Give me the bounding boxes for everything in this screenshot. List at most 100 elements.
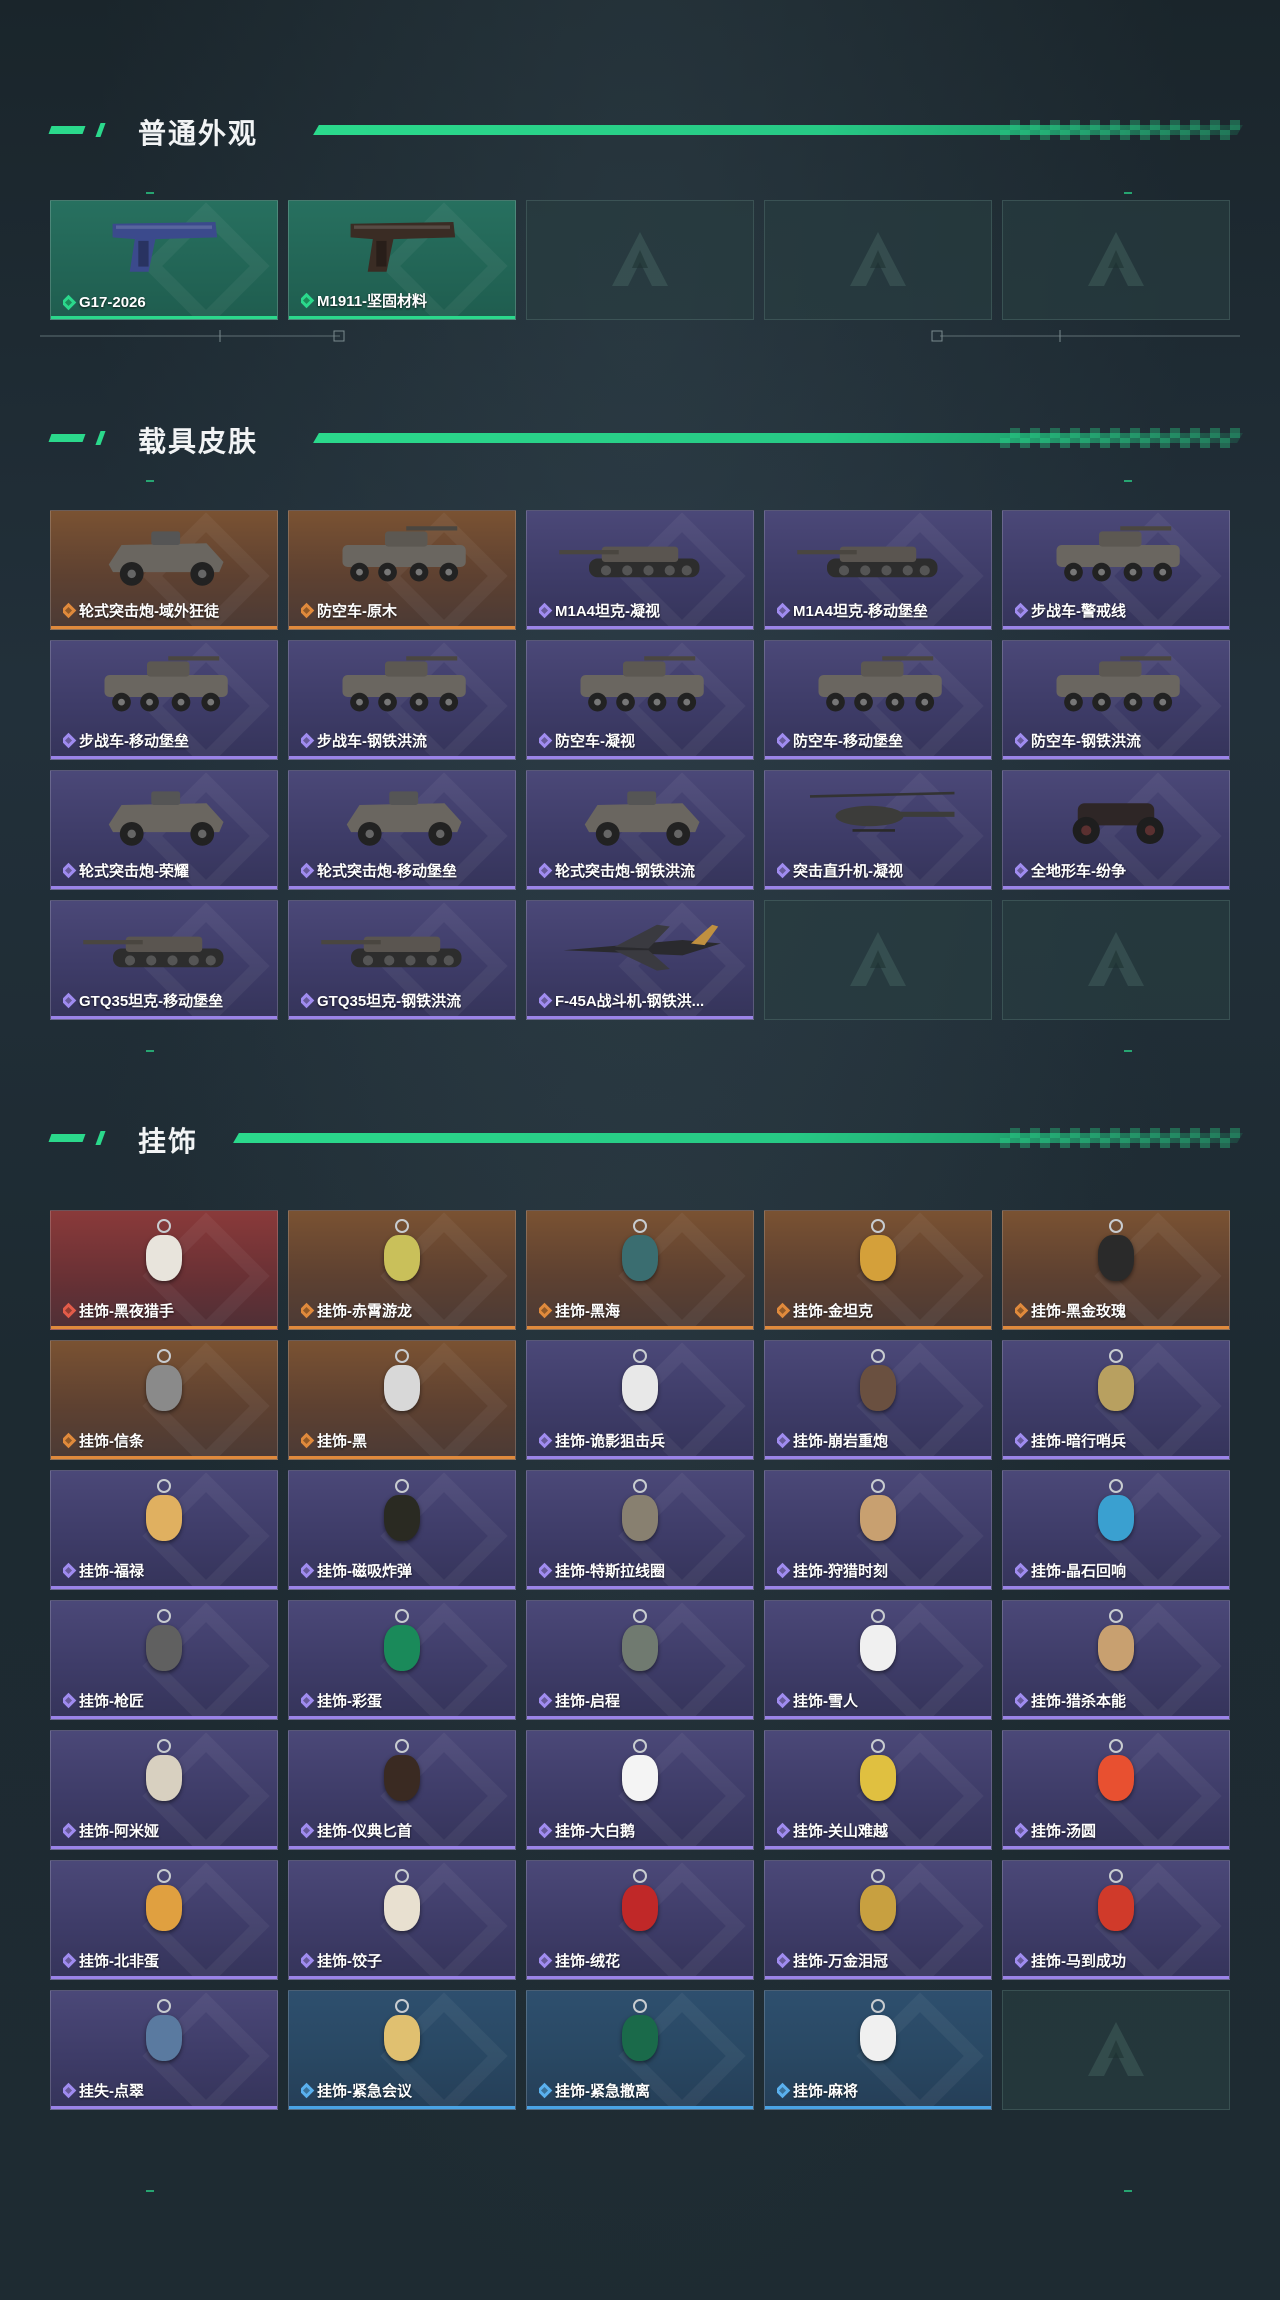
charm-card[interactable]: 挂饰-信条 — [50, 1340, 278, 1460]
item-image — [1003, 1471, 1229, 1561]
charm-ring-icon — [871, 1219, 885, 1233]
item-image — [1003, 1341, 1229, 1431]
charm-card[interactable]: 挂饰-狩猎时刻 — [764, 1470, 992, 1590]
vehicle-card[interactable]: 步战车-钢铁洪流 — [288, 640, 516, 760]
charm-card[interactable]: 挂饰-关山难越 — [764, 1730, 992, 1850]
charm-card[interactable]: 挂饰-黑金玫瑰 — [1002, 1210, 1230, 1330]
vehicle-card[interactable]: 防空车-钢铁洪流 — [1002, 640, 1230, 760]
charm-ring-icon — [871, 1739, 885, 1753]
wheeled-vehicle-icon — [1056, 656, 1180, 712]
item-image — [289, 1991, 515, 2081]
item-image — [1003, 641, 1229, 731]
item-image — [51, 1991, 277, 2081]
item-image — [1003, 1861, 1229, 1951]
charm-card[interactable]: 挂饰-磁吸炸弹 — [288, 1470, 516, 1590]
charm-card[interactable]: 挂饰-福禄 — [50, 1470, 278, 1590]
item-image — [289, 1861, 515, 1951]
rarity-diamond-icon — [301, 602, 315, 619]
vehicle-card[interactable]: 轮式突击炮-钢铁洪流 — [526, 770, 754, 890]
charm-card[interactable]: 挂饰-汤圆 — [1002, 1730, 1230, 1850]
brand-logo-icon — [1088, 932, 1144, 986]
rarity-bar — [527, 626, 753, 629]
charm-card[interactable]: 挂饰-黑海 — [526, 1210, 754, 1330]
charm-card[interactable]: 挂饰-猎杀本能 — [1002, 1600, 1230, 1720]
vehicle-card[interactable]: M1A4坦克-凝视 — [526, 510, 754, 630]
charm-card[interactable]: 挂失-点翠 — [50, 1990, 278, 2110]
charm-card[interactable]: 挂饰-雪人 — [764, 1600, 992, 1720]
rarity-diamond-icon — [63, 2082, 77, 2099]
weapon-card[interactable]: G17-2026 — [50, 200, 278, 320]
vehicle-card[interactable]: 防空车-原木 — [288, 510, 516, 630]
rarity-bar — [51, 316, 277, 319]
charm-card[interactable]: 挂饰-崩岩重炮 — [764, 1340, 992, 1460]
item-label: 轮式突击炮-移动堡垒 — [301, 860, 509, 881]
charm-ring-icon — [871, 1479, 885, 1493]
header-accent-bar — [95, 431, 106, 445]
charm-card[interactable]: 挂饰-北非蛋 — [50, 1860, 278, 1980]
item-name: 挂饰-彩蛋 — [317, 1693, 382, 1710]
charm-card[interactable]: 挂饰-赤霄游龙 — [288, 1210, 516, 1330]
item-label: M1911-坚固材料 — [301, 290, 509, 311]
vehicle-card[interactable]: F-45A战斗机-钢铁洪... — [526, 900, 754, 1020]
charm-ring-icon — [1109, 1739, 1123, 1753]
item-image — [765, 1471, 991, 1561]
vehicle-card[interactable]: M1A4坦克-移动堡垒 — [764, 510, 992, 630]
vehicle-card[interactable]: GTQ35坦克-钢铁洪流 — [288, 900, 516, 1020]
wheeled-vehicle-icon — [1056, 526, 1180, 582]
frame-tick — [1124, 1050, 1132, 1052]
charm-icon — [384, 1625, 420, 1671]
charm-card[interactable]: 挂饰-黑 — [288, 1340, 516, 1460]
charm-card[interactable]: 挂饰-诡影狙击兵 — [526, 1340, 754, 1460]
item-name: 挂饰-黑夜猎手 — [79, 1303, 174, 1320]
rarity-diamond-icon — [63, 1822, 77, 1839]
charm-card[interactable]: 挂饰-饺子 — [288, 1860, 516, 1980]
vehicle-card[interactable]: 防空车-凝视 — [526, 640, 754, 760]
charm-card[interactable]: 挂饰-阿米娅 — [50, 1730, 278, 1850]
charm-card[interactable]: 挂饰-紧急撤离 — [526, 1990, 754, 2110]
charm-card[interactable]: 挂饰-麻将 — [764, 1990, 992, 2110]
charm-icon — [146, 2015, 182, 2061]
rarity-bar — [527, 1846, 753, 1849]
charm-card[interactable]: 挂饰-绒花 — [526, 1860, 754, 1980]
vehicle-card[interactable]: 步战车-警戒线 — [1002, 510, 1230, 630]
charm-card[interactable]: 挂饰-金坦克 — [764, 1210, 992, 1330]
empty-slot — [1002, 1990, 1230, 2110]
item-name: 步战车-移动堡垒 — [79, 733, 189, 750]
item-name: 挂饰-万金泪冠 — [793, 1953, 888, 1970]
vehicle-card[interactable]: 步战车-移动堡垒 — [50, 640, 278, 760]
charm-items-grid: 挂饰-黑夜猎手 挂饰-赤霄游龙 挂饰-黑海 挂饰-金坦克 挂饰-黑金玫瑰 挂饰-信条 挂饰-… — [50, 1210, 1230, 2110]
charm-card[interactable]: 挂饰-枪匠 — [50, 1600, 278, 1720]
vehicle-card[interactable]: GTQ35坦克-移动堡垒 — [50, 900, 278, 1020]
charm-card[interactable]: 挂饰-万金泪冠 — [764, 1860, 992, 1980]
vehicle-card[interactable]: 轮式突击炮-域外狂徒 — [50, 510, 278, 630]
rarity-bar — [527, 1716, 753, 1719]
vehicle-card[interactable]: 全地形车-纷争 — [1002, 770, 1230, 890]
charm-card[interactable]: 挂饰-马到成功 — [1002, 1860, 1230, 1980]
item-image — [527, 1341, 753, 1431]
charm-card[interactable]: 挂饰-启程 — [526, 1600, 754, 1720]
vehicle-card[interactable]: 防空车-移动堡垒 — [764, 640, 992, 760]
charm-card[interactable]: 挂饰-暗行哨兵 — [1002, 1340, 1230, 1460]
charm-card[interactable]: 挂饰-黑夜猎手 — [50, 1210, 278, 1330]
vehicle-card[interactable]: 突击直升机-凝视 — [764, 770, 992, 890]
weapon-card[interactable]: M1911-坚固材料 — [288, 200, 516, 320]
charm-icon — [146, 1885, 182, 1931]
item-image — [51, 201, 277, 291]
charm-card[interactable]: 挂饰-彩蛋 — [288, 1600, 516, 1720]
charm-card[interactable]: 挂饰-紧急会议 — [288, 1990, 516, 2110]
charm-icon — [384, 2015, 420, 2061]
vehicle-items-grid: 轮式突击炮-域外狂徒 防空车-原木 M1A4坦克-凝视 M1A4坦克-移动堡垒 步战车-… — [50, 510, 1230, 1020]
charm-card[interactable]: 挂饰-晶石回响 — [1002, 1470, 1230, 1590]
brand-logo-icon — [850, 232, 906, 286]
item-name: 挂饰-麻将 — [793, 2083, 858, 2100]
tank-icon — [797, 546, 938, 578]
vehicle-card[interactable]: 轮式突击炮-移动堡垒 — [288, 770, 516, 890]
charm-card[interactable]: 挂饰-大白鹅 — [526, 1730, 754, 1850]
item-label: 挂失-点翠 — [63, 2080, 271, 2101]
item-name: 挂饰-绒花 — [555, 1953, 620, 1970]
charm-card[interactable]: 挂饰-特斯拉线圈 — [526, 1470, 754, 1590]
charm-card[interactable]: 挂饰-仪典匕首 — [288, 1730, 516, 1850]
charm-icon — [146, 1365, 182, 1411]
vehicle-card[interactable]: 轮式突击炮-荣耀 — [50, 770, 278, 890]
item-label: 挂饰-阿米娅 — [63, 1820, 271, 1841]
